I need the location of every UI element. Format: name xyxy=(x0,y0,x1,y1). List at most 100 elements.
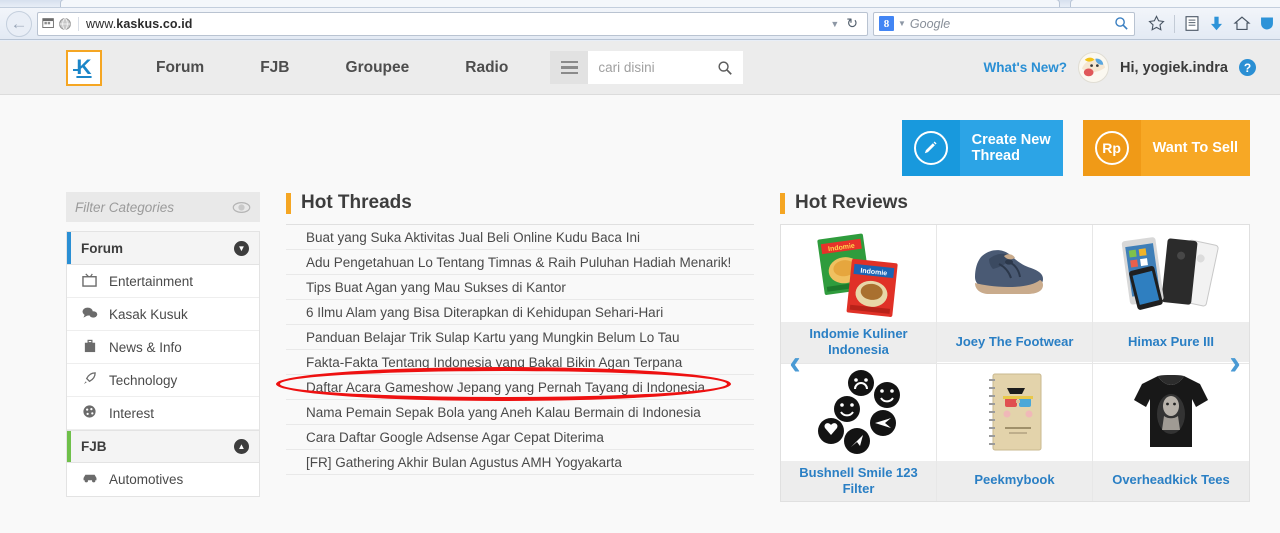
reload-icon[interactable]: ↻ xyxy=(846,15,863,32)
url-text: www.kaskus.co.id xyxy=(86,16,193,31)
review-card[interactable]: Bushnell Smile 123 Filter xyxy=(781,363,937,501)
hamburger-line xyxy=(560,66,578,69)
thread-row[interactable]: Panduan Belajar Trik Sulap Kartu yang Mu… xyxy=(286,325,754,350)
app-tab-icon xyxy=(42,18,54,28)
sidebar-item-automotives[interactable]: Automotives xyxy=(67,463,259,496)
google-badge-icon[interactable]: 8 xyxy=(879,16,894,31)
chevron-down-icon[interactable]: ▼ xyxy=(823,19,846,29)
review-card[interactable]: Indomie Indomie Indomie Kuliner Indonesi… xyxy=(781,225,937,364)
kaskus-logo[interactable]: K xyxy=(66,49,102,86)
site-identity[interactable] xyxy=(42,16,79,31)
nav-item-fjb[interactable]: FJB xyxy=(232,59,317,77)
hot-threads-header: Hot Threads xyxy=(286,192,754,224)
review-card-label[interactable]: Bushnell Smile 123 Filter xyxy=(781,460,936,501)
category-card: Forum ▼ Entertainment Kasak Kusuk News &… xyxy=(66,231,260,497)
thread-row[interactable]: Buat yang Suka Aktivitas Jual Beli Onlin… xyxy=(286,225,754,250)
filter-categories-placeholder: Filter Categories xyxy=(75,199,175,215)
help-icon[interactable]: ? xyxy=(1239,59,1256,76)
globe-icon xyxy=(59,17,71,30)
sidebar-section-forum[interactable]: Forum ▼ xyxy=(67,232,259,265)
search-icon[interactable] xyxy=(1114,16,1129,31)
thread-row[interactable]: Adu Pengetahuan Lo Tentang Timnas & Raih… xyxy=(286,250,754,275)
thread-row[interactable]: 6 Ilmu Alam yang Bisa Diterapkan di Kehi… xyxy=(286,300,754,325)
review-card[interactable]: Overheadkick Tees xyxy=(1093,363,1249,502)
thread-row[interactable]: Nama Pemain Sepak Bola yang Aneh Kalau B… xyxy=(286,400,754,425)
browser-navbar: ← www.kaskus.co.id ▼ ↻ 8 ▼ Google xyxy=(0,8,1280,40)
instant-noodle-packs-image: Indomie Indomie xyxy=(781,225,936,322)
hamburger-line xyxy=(560,60,578,64)
hamburger-line xyxy=(560,71,578,75)
review-card-label[interactable]: Overheadkick Tees xyxy=(1093,460,1249,501)
review-card-label[interactable]: Peekmybook xyxy=(937,460,1092,501)
want-to-sell-button[interactable]: Rp Want To Sell xyxy=(1082,120,1250,176)
filter-categories-input[interactable]: Filter Categories xyxy=(66,192,260,222)
thread-row[interactable]: Tips Buat Agan yang Mau Sukses di Kantor xyxy=(286,275,754,300)
thread-row[interactable]: Cara Daftar Google Adsense Agar Cepat Di… xyxy=(286,425,754,450)
review-card[interactable]: Joey The Footwear xyxy=(937,225,1093,364)
sidebar-section-fjb[interactable]: FJB ▲ xyxy=(67,430,259,463)
pencil-glyph xyxy=(924,141,937,153)
browser-chrome: ← www.kaskus.co.id ▼ ↻ 8 ▼ Google xyxy=(0,0,1280,41)
chevron-down-icon[interactable]: ▼ xyxy=(898,19,906,28)
hot-reviews-grid: Indomie Indomie Indomie Kuliner Indonesi… xyxy=(780,224,1250,502)
home-icon[interactable] xyxy=(1233,15,1251,32)
action-bar: Create New Thread Rp Want To Sell xyxy=(0,95,1280,176)
create-new-thread-label: Create New Thread xyxy=(959,120,1063,176)
nav-item-forum[interactable]: Forum xyxy=(128,59,232,77)
back-arrow-icon[interactable]: ← xyxy=(6,10,32,37)
sidebar-item-kasak-kusuk[interactable]: Kasak Kusuk xyxy=(67,298,259,331)
nav-item-groupee[interactable]: Groupee xyxy=(318,59,438,77)
thread-row[interactable]: [FR] Gathering Akhir Bulan Agustus AMH Y… xyxy=(286,450,754,475)
create-new-thread-button[interactable]: Create New Thread xyxy=(901,120,1063,176)
want-to-sell-label: Want To Sell xyxy=(1140,120,1250,176)
sidebar: Filter Categories Forum ▼ Entertainment xyxy=(66,192,260,502)
pocket-shield-icon[interactable] xyxy=(1260,15,1274,32)
sidebar-item-label: Automotives xyxy=(109,472,184,487)
sidebar-section-title: Forum xyxy=(81,240,123,256)
smartphones-image xyxy=(1093,225,1249,322)
blue-sneaker-shoes-image xyxy=(937,225,1092,322)
section-accent-bar xyxy=(780,192,785,214)
sidebar-item-label: Interest xyxy=(109,405,155,421)
browser-tab[interactable] xyxy=(1070,0,1280,7)
sidebar-item-label: Entertainment xyxy=(109,273,194,289)
toolbar-divider xyxy=(1174,14,1175,33)
sidebar-item-interest[interactable]: Interest xyxy=(67,397,259,430)
download-arrow-icon[interactable] xyxy=(1209,15,1224,32)
review-card[interactable]: Himax Pure III xyxy=(1093,225,1249,364)
site-header: K Forum FJB Groupee Radio cari disini Wh… xyxy=(0,41,1280,95)
avatar[interactable] xyxy=(1078,52,1110,83)
search-icon[interactable] xyxy=(717,60,733,76)
eye-icon[interactable] xyxy=(232,201,251,214)
sidebar-section-title: FJB xyxy=(81,439,107,454)
chevron-right-icon[interactable]: › xyxy=(1223,346,1247,380)
chevron-left-icon[interactable]: ‹ xyxy=(783,346,807,380)
review-card-label[interactable]: Joey The Footwear xyxy=(937,322,1092,362)
hamburger-icon[interactable] xyxy=(550,51,589,84)
thread-row-highlighted[interactable]: Fakta-Fakta Tentang Indonesia yang Bakal… xyxy=(286,350,754,375)
sidebar-item-label: Kasak Kusuk xyxy=(109,306,188,322)
hot-threads-section: Hot Threads Buat yang Suka Aktivitas Jua… xyxy=(276,192,754,502)
site-search-input[interactable]: cari disini xyxy=(588,51,744,84)
sidebar-item-news-info[interactable]: News & Info xyxy=(67,331,259,364)
sidebar-item-technology[interactable]: Technology xyxy=(67,364,259,397)
address-bar[interactable]: www.kaskus.co.id ▼ ↻ xyxy=(37,11,868,36)
thread-row[interactable]: Daftar Acara Gameshow Jepang yang Pernah… xyxy=(286,375,754,400)
whats-new-link[interactable]: What's New? xyxy=(984,60,1067,75)
browser-search-box[interactable]: 8 ▼ Google xyxy=(873,11,1135,36)
clipboard-icon[interactable] xyxy=(1184,15,1200,32)
browser-tab[interactable] xyxy=(60,0,1060,7)
review-card[interactable]: Peekmybook xyxy=(937,363,1093,501)
browser-tab-strip[interactable] xyxy=(0,0,1280,8)
car-icon xyxy=(81,472,98,487)
nav-item-radio[interactable]: Radio xyxy=(437,59,536,77)
header-user-area: What's New? Hi, yogiek.indra ? xyxy=(984,52,1280,83)
browser-toolbar-icons xyxy=(1140,14,1274,33)
hot-reviews-title: Hot Reviews xyxy=(795,192,908,213)
section-accent-bar xyxy=(67,232,71,264)
chevron-down-icon[interactable]: ▼ xyxy=(234,240,249,256)
star-icon[interactable] xyxy=(1148,15,1165,32)
sidebar-item-entertainment[interactable]: Entertainment xyxy=(67,265,259,298)
chevron-up-icon[interactable]: ▲ xyxy=(234,439,249,454)
hot-threads-title: Hot Threads xyxy=(301,192,412,213)
